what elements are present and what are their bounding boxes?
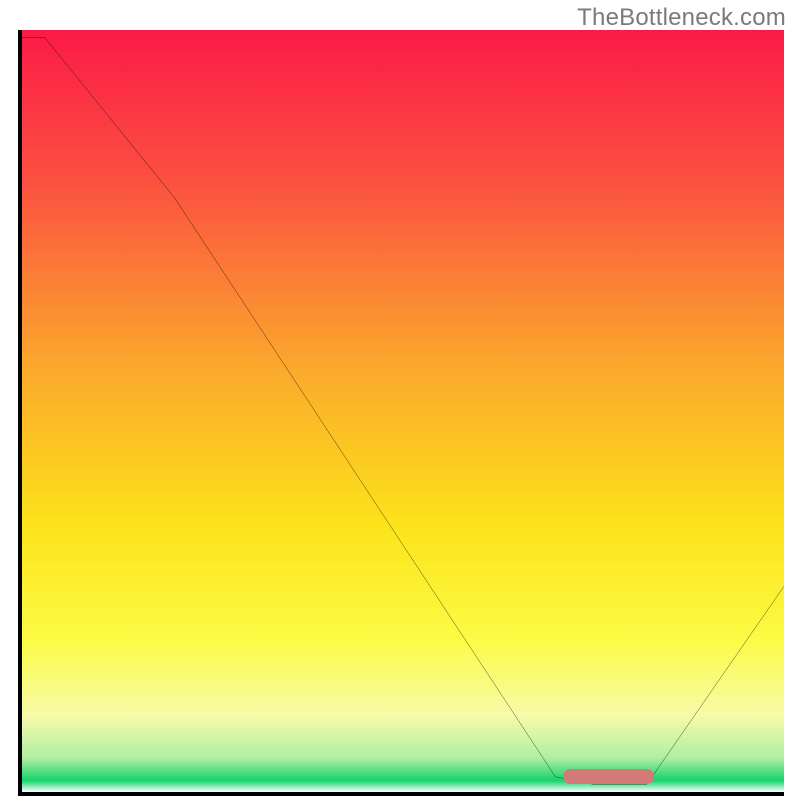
watermark-text: TheBottleneck.com <box>577 4 786 32</box>
optimal-range-marker <box>563 769 654 784</box>
chart-area <box>22 30 784 792</box>
chart-svg <box>22 30 784 792</box>
chart-axes <box>18 30 784 796</box>
gradient-fill <box>22 30 784 792</box>
